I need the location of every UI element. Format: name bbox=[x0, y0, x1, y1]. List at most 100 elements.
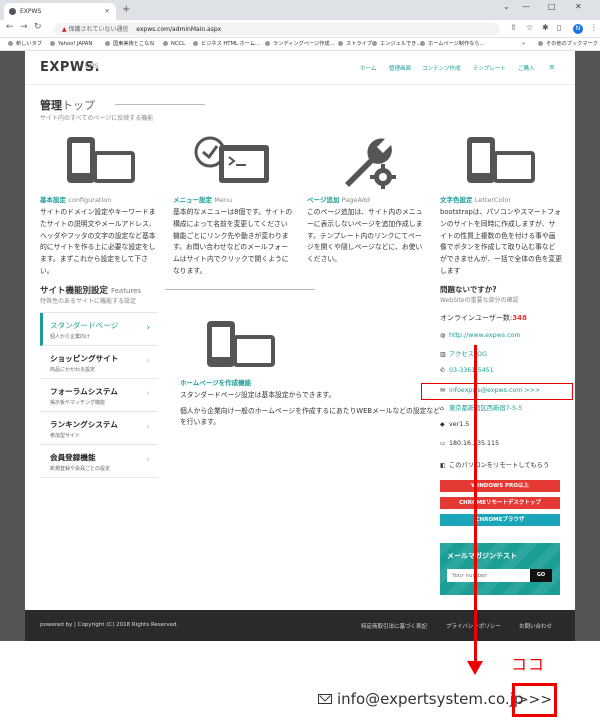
maximize-button[interactable]: □ bbox=[548, 2, 556, 11]
nav-purchase[interactable]: ご購入 bbox=[518, 64, 535, 72]
home-icon: ⌂ bbox=[440, 405, 444, 412]
newsletter-input[interactable] bbox=[447, 569, 530, 582]
close-window-button[interactable]: ✕ bbox=[575, 2, 582, 11]
feature-title-jp: 基本設定 bbox=[40, 196, 66, 204]
side-menu-sub: 掲示板やマッチング機能 bbox=[50, 400, 106, 406]
chrome-browser-button[interactable]: CHROMEブラウザ bbox=[440, 514, 560, 526]
wrench-gear-icon[interactable] bbox=[339, 133, 399, 189]
chrome-remote-button[interactable]: CHROMEリモートデスクトップ bbox=[440, 497, 560, 509]
browser-tab[interactable]: EXPWS × bbox=[4, 3, 116, 20]
chevron-right-icon: › bbox=[146, 323, 150, 333]
bookmark-item[interactable]: ビジネス HTML ホーム... bbox=[193, 38, 260, 51]
feature-title[interactable]: メニュー設定 Menu bbox=[173, 194, 232, 204]
side-menu-sub: 個人から企業向け bbox=[50, 334, 91, 340]
tab-title: EXPWS bbox=[20, 8, 42, 15]
bookmark-item[interactable]: 新しいタブ bbox=[8, 38, 42, 51]
chevron-right-icon: › bbox=[146, 356, 150, 366]
bookmark-item[interactable]: 国東美術とこなね bbox=[105, 38, 155, 51]
side-menu-item-standard[interactable]: スタンダードページ 個人から企業向け › bbox=[40, 313, 158, 346]
nav-home[interactable]: ホーム bbox=[360, 64, 376, 72]
access-log-link[interactable]: ▥ アクセスLOG bbox=[440, 349, 487, 358]
newsletter-title: メールマガジンテスト bbox=[447, 552, 517, 560]
star-icon[interactable]: ☆ bbox=[526, 23, 533, 32]
bookmark-item[interactable]: Yahoo! JAPAN bbox=[50, 38, 92, 51]
bookmark-item[interactable]: エンジェルでき... bbox=[372, 38, 421, 51]
newsletter-go-button[interactable]: GO bbox=[530, 569, 552, 582]
version-text: ver1.5 bbox=[449, 421, 470, 428]
nav-content[interactable]: コンテンツ作成 bbox=[422, 64, 461, 72]
side-menu-item-member[interactable]: 会員登録機能 新規登録や会員ごとの設定 › bbox=[40, 445, 158, 478]
section-title-en: Features bbox=[110, 287, 142, 295]
new-tab-button[interactable]: + bbox=[122, 3, 130, 17]
online-label: オンラインユーザー数: bbox=[440, 314, 513, 322]
footer-link-commerce[interactable]: 特定商取引法に基づく表記 bbox=[361, 622, 427, 630]
feature-title[interactable]: 文字色設定 LetterColor bbox=[440, 194, 511, 204]
reload-icon[interactable]: ↻ bbox=[34, 22, 42, 32]
side-menu-title: 会員登録機能 bbox=[50, 453, 96, 462]
extensions-icon[interactable]: ✱ bbox=[542, 23, 549, 32]
bookmark-item[interactable]: NCCL bbox=[163, 38, 185, 51]
feature-title[interactable]: 基本設定 configuration bbox=[40, 194, 111, 204]
feature-title[interactable]: ページ追加 PageAdd bbox=[307, 194, 370, 204]
section-title-jp: サイト機能別設定 bbox=[40, 286, 109, 296]
side-menu-title: スタンダードページ bbox=[50, 321, 119, 330]
annotation-arrow-head bbox=[467, 661, 483, 675]
address-link[interactable]: ⌂ 東京都新宿区西新宿7-5-5 bbox=[440, 403, 522, 412]
feature-desc: bootstrapは、パソコンやスマートフォンのサイトを同時に作成しますが、サイ… bbox=[440, 208, 562, 275]
footer-link-contact[interactable]: お問い合わせ bbox=[519, 622, 552, 630]
panel-desc: スタンダードページ設定は基本設定からできます。 bbox=[180, 391, 336, 399]
bookmarks-overflow[interactable]: » bbox=[522, 38, 525, 51]
phone-link[interactable]: ✆ 03-3361-5451 bbox=[440, 367, 494, 374]
annotation-label: ココ bbox=[511, 655, 546, 674]
link-text: http://www.expws.com bbox=[449, 332, 521, 339]
tab-close-icon[interactable]: × bbox=[104, 3, 110, 20]
nav-template[interactable]: テンプレート bbox=[473, 64, 506, 72]
side-menu-title: フォーラムシステム bbox=[50, 387, 118, 396]
tab-search-icon[interactable]: ⌄ bbox=[503, 2, 510, 11]
page-title-light: トップ bbox=[62, 99, 95, 112]
address-bar: ← → ↻ ▲ 保護されていない通信 expws.com/adminMain.a… bbox=[0, 20, 600, 38]
bookmark-item[interactable]: ランディングページ作成... bbox=[265, 38, 335, 51]
hamburger-menu-icon[interactable]: ≡ bbox=[549, 63, 555, 71]
sidepanel-icon[interactable]: ▯ bbox=[557, 23, 561, 32]
forward-icon[interactable]: → bbox=[20, 22, 28, 32]
back-icon[interactable]: ← bbox=[6, 22, 14, 32]
side-menu-item-shopping[interactable]: ショッピングサイト 商品にかかわる設定 › bbox=[40, 346, 158, 379]
kebab-menu-icon[interactable]: ⋮ bbox=[590, 23, 598, 32]
url-text: expws.com/adminMain.aspx bbox=[136, 26, 222, 33]
profile-avatar[interactable]: N bbox=[573, 24, 583, 34]
side-menu-item-forum[interactable]: フォーラムシステム 掲示板やマッチング機能 › bbox=[40, 379, 158, 412]
annotation-email-text: info@expertsystem.co.jp bbox=[337, 690, 524, 708]
remote-icon: ◧ bbox=[440, 462, 446, 469]
feature-title-en: LetterColor bbox=[474, 196, 512, 204]
nav-admin[interactable]: 管理画面 bbox=[389, 64, 411, 72]
mobile-desktop-icon[interactable] bbox=[465, 135, 535, 187]
newsletter-box: メールマガジンテスト GO bbox=[440, 543, 560, 595]
status-title: 問題ないですか? bbox=[440, 285, 497, 294]
side-menu-item-ranking[interactable]: ランキングシステム 参加型サイト › bbox=[40, 412, 158, 445]
panel-title[interactable]: ホームページを作成機能 bbox=[180, 377, 251, 387]
windows-pro-button[interactable]: WINDOWS PRO以上 bbox=[440, 480, 560, 492]
site-footer: powered by | Copyright (C) 2018 Rights R… bbox=[25, 610, 575, 641]
feature-side-menu: スタンダードページ 個人から企業向け › ショッピングサイト 商品にかかわる設定… bbox=[40, 312, 158, 478]
bookmark-item[interactable]: その他のブックマーク bbox=[538, 38, 598, 51]
section-divider bbox=[165, 289, 315, 290]
share-icon[interactable]: ⇪ bbox=[510, 23, 517, 32]
bookmark-item[interactable]: ストライプ bbox=[338, 38, 372, 51]
minimize-button[interactable]: — bbox=[522, 2, 530, 11]
bookmark-item[interactable]: ホームページ制作なら... bbox=[420, 38, 485, 51]
globe-icon: ◍ bbox=[440, 332, 446, 339]
side-menu-sub: 商品にかかわる設定 bbox=[50, 367, 96, 373]
annotation-arrows-box: >>> bbox=[512, 683, 557, 717]
link-text: 東京都新宿区西新宿7-5-5 bbox=[449, 405, 523, 412]
clock-window-icon[interactable] bbox=[193, 135, 273, 187]
mobile-desktop-icon[interactable] bbox=[65, 135, 135, 187]
annotation-arrow bbox=[474, 345, 477, 663]
page-title-main: 管理 bbox=[40, 99, 62, 112]
chevron-right-icon: › bbox=[146, 455, 150, 465]
url-field[interactable]: ▲ 保護されていない通信 expws.com/adminMain.aspx bbox=[54, 23, 500, 36]
site-url-link[interactable]: ◍ http://www.expws.com bbox=[440, 332, 521, 339]
phone-icon: ✆ bbox=[440, 367, 446, 374]
side-menu-sub: 参加型サイト bbox=[50, 433, 81, 439]
site-header: EXPWS. CMS ホーム 管理画面 コンテンツ作成 テンプレート ご購入 ≡ bbox=[25, 51, 575, 85]
